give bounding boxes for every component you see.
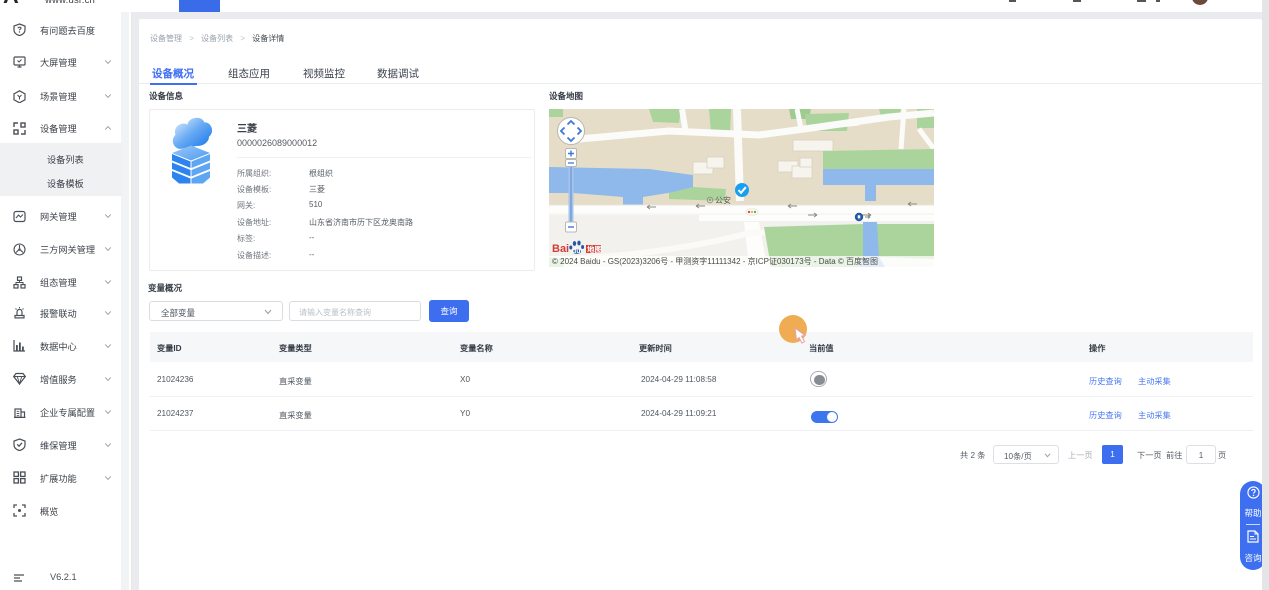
svg-text:du: du bbox=[572, 248, 581, 255]
svg-text:地图: 地图 bbox=[587, 244, 602, 254]
svg-text:© 2024 Baidu - GS(2023)3206号 -: © 2024 Baidu - GS(2023)3206号 - 甲测资字11111… bbox=[552, 256, 878, 266]
svg-text:Bai: Bai bbox=[552, 243, 569, 255]
svg-text:公安: 公安 bbox=[715, 195, 731, 205]
